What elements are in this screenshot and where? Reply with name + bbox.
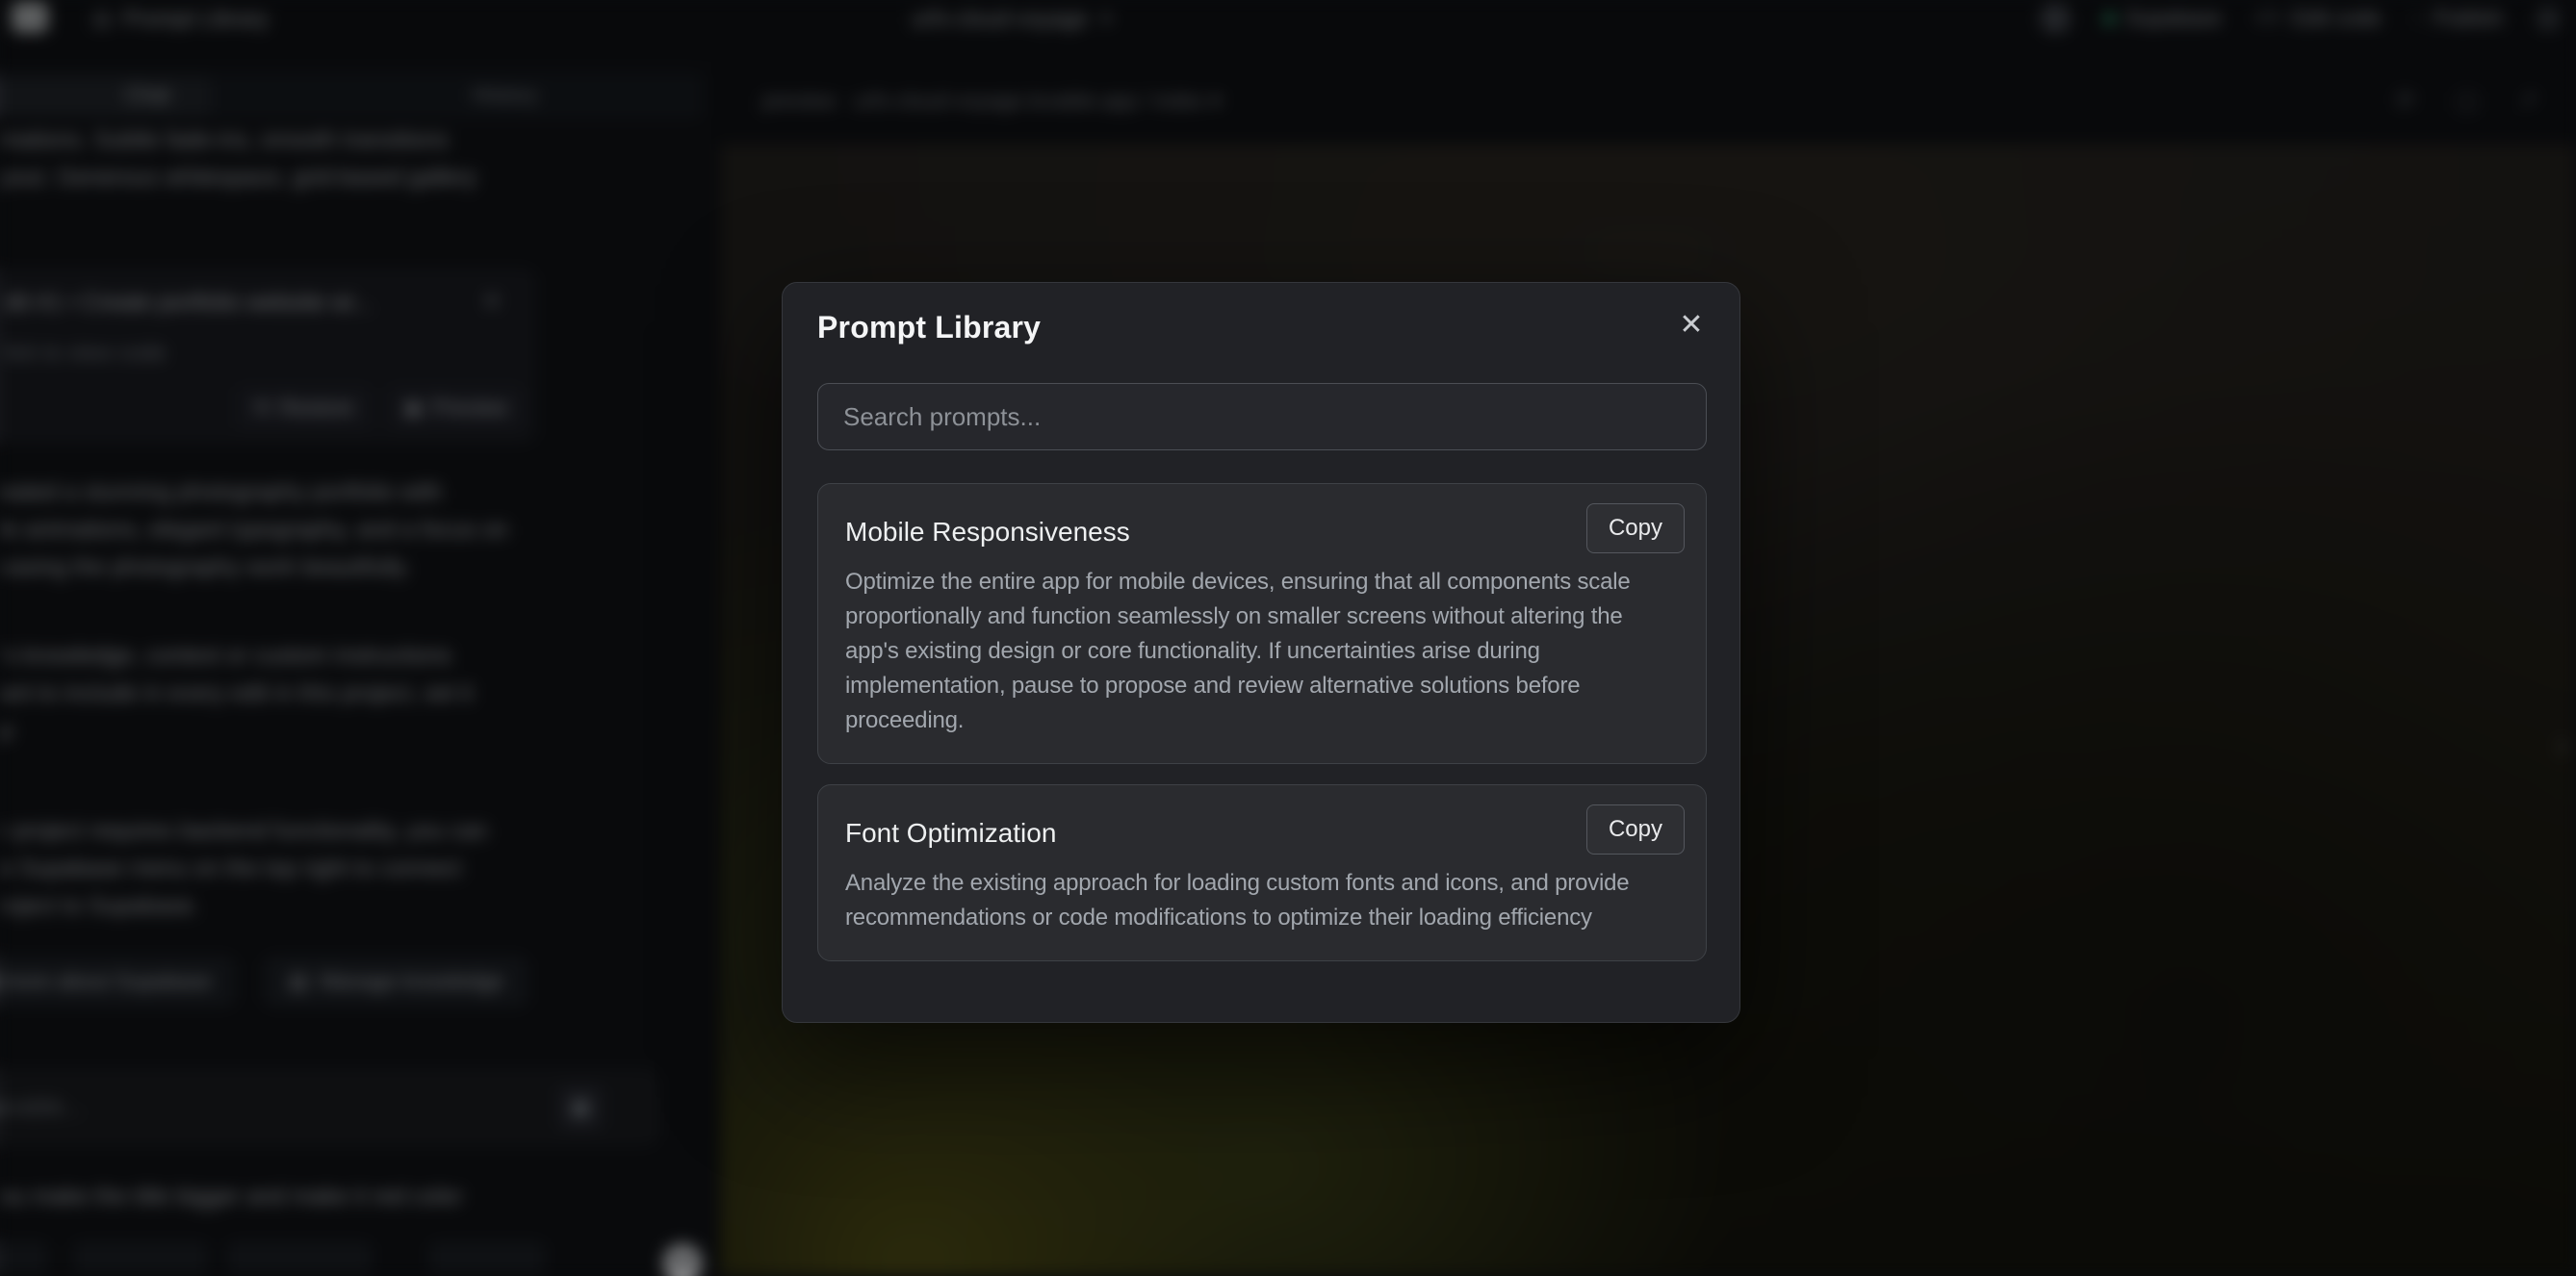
search-prompts-input[interactable] xyxy=(817,383,1707,450)
copy-button[interactable]: Copy xyxy=(1586,804,1685,855)
prompt-title: Mobile Responsiveness xyxy=(845,509,1679,548)
prompt-card: Mobile Responsiveness Copy Optimize the … xyxy=(817,483,1707,764)
modal-title: Prompt Library xyxy=(817,310,1041,345)
prompt-description: Analyze the existing approach for loadin… xyxy=(845,866,1679,935)
prompt-description: Optimize the entire app for mobile devic… xyxy=(845,565,1679,738)
prompt-title: Font Optimization xyxy=(845,810,1679,849)
copy-button[interactable]: Copy xyxy=(1586,503,1685,553)
prompt-list[interactable]: Mobile Responsiveness Copy Optimize the … xyxy=(817,483,1707,976)
modal-close-icon[interactable]: ✕ xyxy=(1670,304,1713,346)
prompt-card: Font Optimization Copy Analyze the exist… xyxy=(817,784,1707,961)
app-window: ▤ Prompt Library urfx-cloud-voyage ▾ Sup… xyxy=(0,0,2576,1276)
prompt-library-modal: Prompt Library ✕ Mobile Responsiveness C… xyxy=(782,282,1740,1023)
